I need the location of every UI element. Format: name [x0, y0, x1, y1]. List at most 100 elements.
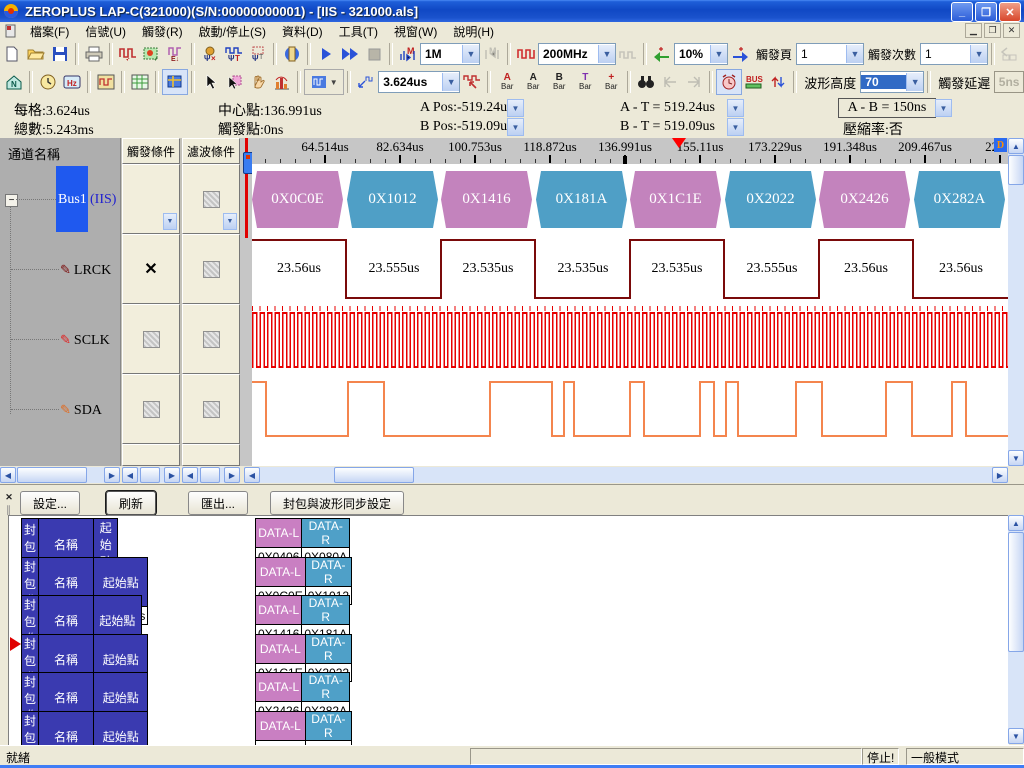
- chevron-down-icon[interactable]: ▼: [906, 73, 923, 91]
- a-b-dropdown[interactable]: ▼: [935, 99, 952, 117]
- trigger-cell-sclk[interactable]: [122, 304, 180, 374]
- panel-close-icon[interactable]: ✕: [3, 491, 15, 503]
- menu-help[interactable]: 說明(H): [445, 22, 502, 41]
- memory-page-button[interactable]: M: [396, 42, 420, 66]
- menu-trigger[interactable]: 觸發(R): [134, 22, 191, 41]
- next-transition-button[interactable]: [682, 70, 706, 94]
- scroll-down-icon[interactable]: ▼: [1008, 450, 1024, 466]
- trigger-width-button[interactable]: ΨT: [246, 42, 270, 66]
- sclk-waveform-row[interactable]: [252, 304, 1008, 374]
- scroll-left-icon[interactable]: ◀: [0, 467, 16, 483]
- lrck-waveform-row[interactable]: 23.56us 23.555us 23.535us 23.535us 23.53…: [252, 234, 1008, 304]
- prev-transition-button[interactable]: [658, 70, 682, 94]
- trigger-count-combo[interactable]: 1▼: [920, 43, 988, 65]
- filter-cell-sda[interactable]: [182, 374, 240, 444]
- chevron-down-icon[interactable]: ▼: [462, 45, 479, 63]
- a-bar-prev-button[interactable]: ABar: [494, 70, 520, 94]
- signal-setup-button[interactable]: E↓: [164, 42, 188, 66]
- a-bar-button[interactable]: ABar: [520, 70, 546, 94]
- scroll-left-icon[interactable]: ◀: [122, 467, 138, 483]
- new-file-button[interactable]: [0, 42, 24, 66]
- scroll-down-icon[interactable]: ▼: [1008, 728, 1024, 744]
- trigger-cell-bus1[interactable]: ▼: [122, 164, 180, 234]
- memory-depth-combo[interactable]: 1M▼: [420, 43, 480, 65]
- stop-button[interactable]: [362, 42, 386, 66]
- b-pos-dropdown[interactable]: ▼: [507, 118, 524, 136]
- vscroll-thumb[interactable]: [1008, 532, 1024, 652]
- hand-pan-button[interactable]: [246, 70, 270, 94]
- time-div-combo[interactable]: 3.624us▼: [378, 71, 460, 93]
- clock-display-button[interactable]: [36, 70, 60, 94]
- sda-waveform-row[interactable]: [252, 374, 1008, 444]
- add-bar-button[interactable]: +Bar: [598, 70, 624, 94]
- scroll-right-icon[interactable]: ▶: [164, 467, 180, 483]
- mdi-minimize-button[interactable]: ▁: [965, 23, 982, 38]
- vscroll-thumb[interactable]: [1008, 155, 1024, 185]
- goto-trigger-button[interactable]: [728, 42, 752, 66]
- navigate-window-button[interactable]: [162, 69, 188, 95]
- save-button[interactable]: [48, 42, 72, 66]
- channel-hscrollbar[interactable]: ◀ ▶: [0, 467, 120, 483]
- trigger-pos-combo[interactable]: 10%▼: [674, 43, 728, 65]
- scroll-right-icon[interactable]: ▶: [104, 467, 120, 483]
- memory-page-prev-button[interactable]: M: [480, 42, 504, 66]
- t-bar-button[interactable]: TBar: [572, 70, 598, 94]
- bus-setup-button[interactable]: [140, 42, 164, 66]
- restore-button[interactable]: ❐: [975, 2, 997, 22]
- packet-sync-button[interactable]: 封包與波形同步設定: [270, 491, 404, 515]
- mdi-close-button[interactable]: ✕: [1003, 23, 1020, 38]
- timing-analysis-button[interactable]: [716, 69, 742, 95]
- time-ruler[interactable]: 64.514us 82.634us 100.753us 118.872us 13…: [252, 138, 1008, 164]
- waveform-vscrollbar[interactable]: ▲ ▼: [1008, 138, 1024, 466]
- trigger-cell-lrck[interactable]: ✕: [122, 234, 180, 304]
- channel-sclk[interactable]: ✎SCLK: [60, 332, 110, 349]
- minimize-button[interactable]: _: [951, 2, 973, 22]
- trigger-position-marker[interactable]: [672, 138, 686, 148]
- chevron-down-icon[interactable]: ▼: [970, 45, 987, 63]
- scroll-up-icon[interactable]: ▲: [1008, 138, 1024, 154]
- mdi-restore-button[interactable]: ❐: [984, 23, 1001, 38]
- a-pos-dropdown[interactable]: ▼: [507, 99, 524, 117]
- scroll-right-icon[interactable]: ▶: [224, 467, 240, 483]
- filter-hscrollbar[interactable]: ◀ ▶: [182, 467, 240, 483]
- trigger-pos-button[interactable]: [650, 42, 674, 66]
- menu-data[interactable]: 資料(D): [274, 22, 331, 41]
- scroll-right-icon[interactable]: ▶: [992, 467, 1008, 483]
- scroll-left-icon[interactable]: ◀: [244, 467, 260, 483]
- listing-mode-button[interactable]: [128, 70, 152, 94]
- sampling-setup-button[interactable]: [116, 42, 140, 66]
- menu-runstop[interactable]: 啟動/停止(S): [191, 22, 274, 41]
- document-icon[interactable]: [4, 24, 18, 38]
- navigator-button[interactable]: N: [2, 70, 26, 94]
- zoom-fit-button[interactable]: [354, 70, 378, 94]
- chevron-down-icon[interactable]: ▼: [598, 45, 615, 63]
- filter-cell-lrck[interactable]: [182, 234, 240, 304]
- channel-sda[interactable]: ✎SDA: [60, 402, 102, 419]
- trigger-cell-sda[interactable]: [122, 374, 180, 444]
- sample-rate-combo[interactable]: 200MHz▼: [538, 43, 616, 65]
- stack-prev-button[interactable]: [998, 42, 1022, 66]
- trigger-hscrollbar[interactable]: ◀ ▶: [122, 467, 180, 483]
- compare-button[interactable]: [766, 70, 790, 94]
- scroll-up-icon[interactable]: ▲: [1008, 515, 1024, 531]
- multi-select-button[interactable]: [222, 70, 246, 94]
- packet-vscrollbar[interactable]: ▲ ▼: [1008, 515, 1024, 744]
- chevron-down-icon[interactable]: ▼: [442, 73, 459, 91]
- wave-display-mode-combo[interactable]: ▼: [304, 69, 344, 95]
- chevron-down-icon[interactable]: ▼: [846, 45, 863, 63]
- chevron-down-icon[interactable]: ▼: [163, 213, 177, 230]
- chevron-down-icon[interactable]: ▼: [710, 45, 727, 63]
- print-button[interactable]: [82, 42, 106, 66]
- bus-channel-label[interactable]: Bus1: [58, 192, 87, 208]
- menu-signal[interactable]: 信號(U): [77, 22, 134, 41]
- filter-cell-bus1[interactable]: ▼: [182, 164, 240, 234]
- trigger-pulse-button[interactable]: ΨT: [222, 42, 246, 66]
- statistics-button[interactable]: [270, 70, 294, 94]
- open-file-button[interactable]: [24, 42, 48, 66]
- filter-cell-sclk[interactable]: [182, 304, 240, 374]
- bus1-waveform-row[interactable]: 0X0C0E 0X1012 0X1416 0X181A 0X1C1E 0X202…: [252, 164, 1008, 234]
- wave-height-combo[interactable]: 70▼: [860, 71, 924, 93]
- b-bar-button[interactable]: BBar: [546, 70, 572, 94]
- goto-trigger-bar-button[interactable]: [460, 70, 484, 94]
- a-t-dropdown[interactable]: ▼: [727, 99, 744, 117]
